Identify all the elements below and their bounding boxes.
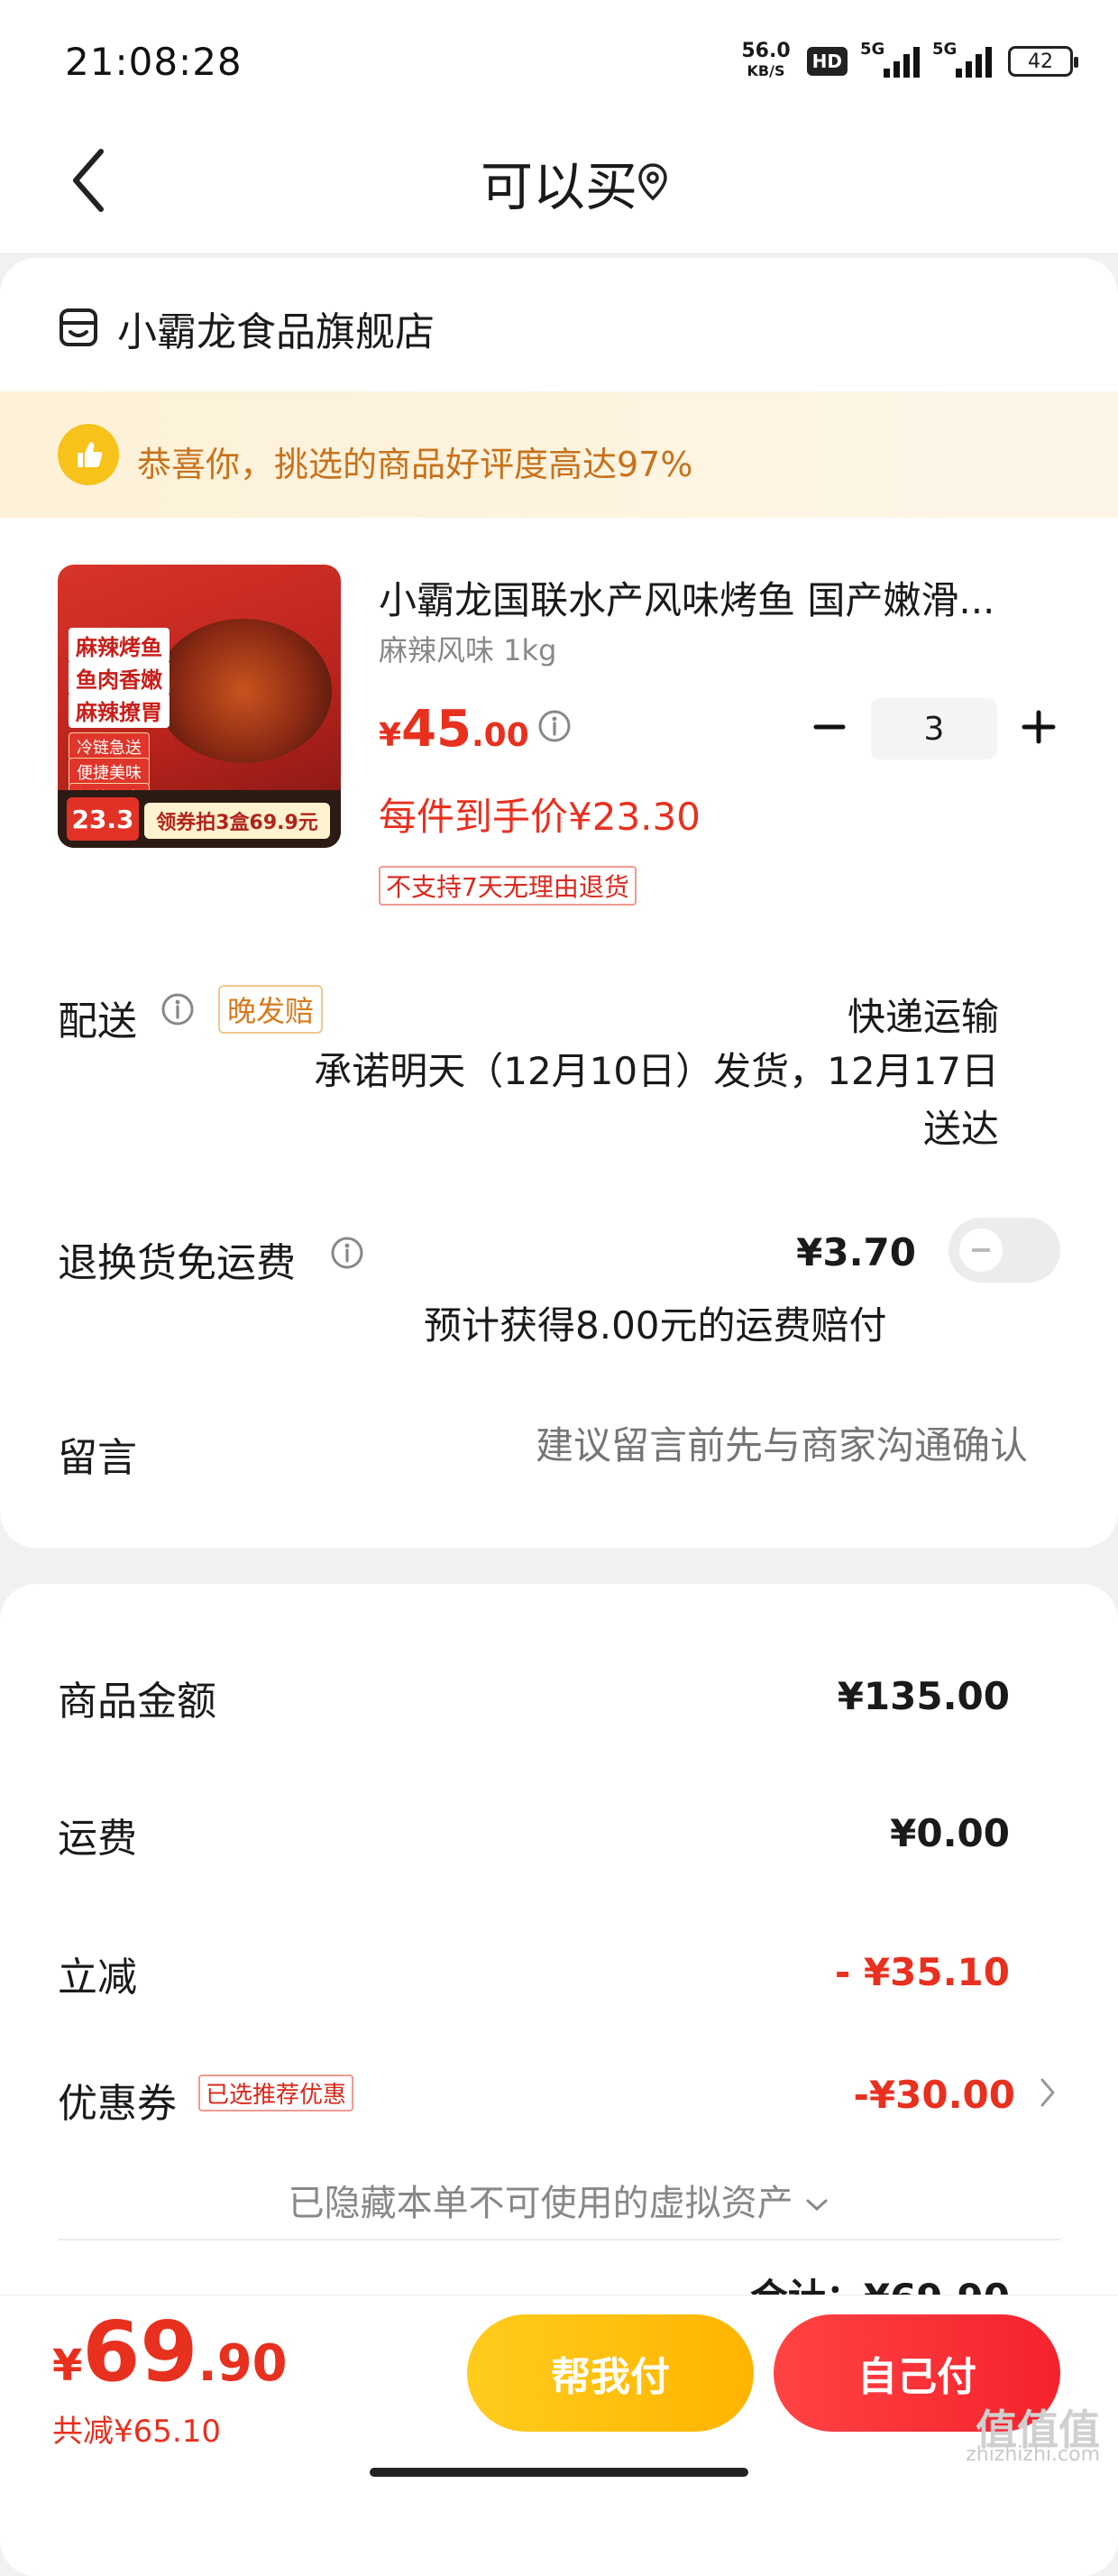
divider (58, 2239, 1060, 2240)
page-title: 可以买 (480, 156, 637, 217)
watermark-main: 值值值 (976, 2406, 1100, 2454)
info-icon[interactable] (537, 709, 572, 743)
plus-icon[interactable] (1021, 709, 1057, 745)
product-title[interactable]: 小霸龙国联水产风味烤鱼 国产嫩滑... (379, 570, 1064, 625)
store-icon (60, 308, 97, 346)
shipping-fee-value: ¥0.00 (890, 1811, 1010, 1855)
chevron-down-icon (806, 2199, 828, 2212)
minus-icon[interactable] (811, 709, 848, 745)
product-spec[interactable]: 麻辣风味 1kg (379, 628, 556, 669)
fish-dish-illustration (155, 619, 332, 763)
delivery-promise: 承诺明天（12月10日）发货，12月17日送达 (314, 1049, 999, 1151)
hidden-assets-text: 已隐藏本单不可使用的虚拟资产 (288, 2183, 793, 2224)
help-pay-button[interactable]: 帮我付 (467, 2314, 754, 2432)
signal-label: 5G (932, 40, 958, 59)
message-label: 留言 (58, 1435, 137, 1481)
shipping-fee-label: 运费 (58, 1816, 137, 1862)
chevron-right-icon[interactable] (1037, 2075, 1058, 2111)
product-image-price: 23.3 (67, 797, 139, 841)
return-shipping-fee: ¥3.70 (796, 1230, 916, 1274)
home-indicator[interactable] (370, 2468, 748, 2477)
chevron-left-icon[interactable] (63, 144, 117, 216)
signal-label: 5G (860, 40, 885, 59)
network-speed-value: 56.0 (741, 40, 791, 62)
coupon-label[interactable]: 优惠券 (58, 2071, 177, 2129)
product-image-tag: 麻辣烤鱼 (69, 628, 170, 663)
signal-icon: 5G (932, 40, 992, 78)
status-time: 21:08:28 (65, 40, 243, 84)
goods-amount-label: 商品金额 (58, 1679, 216, 1725)
return-policy-tag: 不支持7天无理由退货 (379, 866, 637, 906)
return-shipping-label: 退换货免运费 (58, 1240, 296, 1286)
total-saved: 共减¥65.10 (52, 2414, 221, 2450)
store-name[interactable]: 小霸龙食品旗舰店 (117, 299, 435, 357)
thumbs-up-icon (58, 424, 119, 485)
message-input[interactable] (469, 1423, 1028, 1467)
info-icon[interactable] (160, 992, 195, 1026)
product-image-tag: 麻辣撩胃 (69, 693, 170, 728)
price-integer: 45 (401, 700, 472, 759)
toggle-knob (959, 1228, 1003, 1272)
delivery-method[interactable]: 快递运输 (848, 987, 999, 1042)
return-compensation: 预计获得8.00元的运费赔付 (424, 1303, 887, 1348)
product-image-tag: 鱼肉香嫩 (69, 660, 170, 695)
watermark-logo: 值值值 zhizhizhi.com (966, 2406, 1100, 2468)
total-decimal: .90 (197, 2334, 288, 2393)
location-pin-icon[interactable] (637, 162, 669, 202)
total-currency: ¥ (52, 2341, 83, 2391)
quantity-value[interactable]: 3 (871, 698, 997, 759)
hd-icon: HD (806, 47, 848, 76)
coupon-recommended-tag: 已选推荐优惠 (198, 2075, 354, 2111)
network-speed-unit: KB/S (747, 62, 785, 79)
watermark-sub: zhizhizhi.com (966, 2443, 1100, 2466)
delivery-label: 配送 (58, 998, 137, 1044)
product-image[interactable]: 麻辣烤鱼 鱼肉香嫩 麻辣撩胃 冷链急送 便捷美味 加热即享 23.3 领券拍3盒… (58, 565, 341, 848)
info-icon[interactable] (330, 1236, 364, 1270)
goods-amount-value: ¥135.00 (837, 1674, 1010, 1718)
discount-label: 立减 (58, 1955, 137, 2001)
product-image-coupon: 领券拍3盒69.9元 (144, 803, 330, 839)
status-icons: 56.0 KB/S HD 5G 5G 42 (741, 40, 1078, 81)
network-speed: 56.0 KB/S (741, 41, 790, 81)
price-currency: ¥ (379, 717, 402, 754)
price-decimal: .00 (472, 717, 529, 754)
promo-text: 恭喜你，挑选的商品好评度高达97% (137, 445, 693, 484)
discount-value: - ¥35.10 (834, 1950, 1010, 1994)
signal-icon: 5G (860, 40, 920, 78)
late-compensation-tag: 晚发赔 (218, 985, 324, 1034)
unit-price: 每件到手价¥23.30 (379, 795, 701, 839)
product-price: ¥45.00 (379, 700, 529, 759)
total-price: ¥69.90 (52, 2304, 288, 2400)
return-shipping-toggle[interactable] (948, 1218, 1060, 1283)
battery-icon: 42 (1008, 46, 1078, 77)
total-integer: 69 (82, 2304, 198, 2400)
coupon-value[interactable]: -¥30.00 (853, 2073, 1015, 2117)
hidden-assets-toggle[interactable]: 已隐藏本单不可使用的虚拟资产 (0, 2174, 1118, 2226)
